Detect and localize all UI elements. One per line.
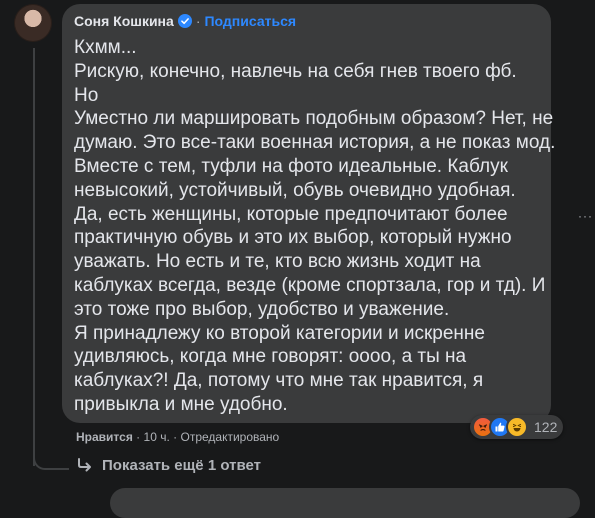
subscribe-link[interactable]: Подписаться (204, 13, 296, 29)
more-options-icon[interactable]: ··· (578, 209, 593, 223)
timestamp[interactable]: 10 ч. (144, 430, 170, 444)
comment-line: это тоже про выбор, удобство и уважение. (74, 298, 450, 320)
show-more-replies-button[interactable]: Показать ещё 1 ответ (76, 456, 261, 474)
comment-line: Рискую, конечно, навлечь на себя гнев тв… (74, 60, 517, 82)
comment-line: каблуках?! Да, потому что мне так нравит… (74, 370, 484, 392)
comment-text: Кхмм... Рискую, конечно, навлечь на себя… (74, 36, 556, 417)
comment-line: невысокий, устойчивый, обувь очевидно уд… (74, 179, 516, 201)
comment-actions: Нравится · 10 ч. · Отредактировано (76, 430, 279, 444)
author-name[interactable]: Соня Кошкина (74, 13, 174, 29)
action-separator: · (173, 430, 178, 444)
thread-line (33, 48, 35, 466)
verified-badge-icon (177, 14, 192, 28)
comment-bubble: Соня Кошкина · Подписаться Кхмм... Риску… (62, 4, 556, 423)
header-separator: · (195, 13, 201, 29)
thread-connector (33, 440, 69, 470)
action-separator: · (136, 430, 141, 444)
comment-line: Но (74, 84, 99, 106)
edited-label: Отредактировано (180, 430, 280, 444)
comment-line: Вместе с тем, туфли на фото идеальные. К… (74, 155, 508, 177)
comment-line: Да, есть женщины, которые предпочитают б… (74, 203, 508, 225)
comment-line: думаю. Это все-таки военная история, а н… (74, 132, 556, 154)
comment-line: Кхмм... (74, 37, 137, 58)
comment-line: практичную обувь и это их выбор, который… (74, 227, 512, 249)
comment-line: привыкла и мне удобно. (74, 393, 288, 415)
comment-line: каблуках всегда, везде (кроме спортзала,… (74, 274, 546, 296)
reply-arrow-icon (78, 458, 91, 472)
reactions-summary[interactable]: 122 (470, 415, 564, 439)
comment-line: удивляюсь, когда мне говорят: оооо, а ты… (74, 346, 467, 368)
show-more-label: Показать ещё 1 ответ (102, 456, 261, 474)
like-button[interactable]: Нравится (76, 430, 133, 444)
comment-line: уважать. Но есть и те, кто всю жизнь ход… (74, 251, 481, 273)
haha-icon (506, 416, 528, 438)
comment-line: Я принадлежу ко второй категории и искре… (74, 322, 485, 344)
comment-line: Уместно ли маршировать подобным образом?… (74, 108, 554, 130)
avatar[interactable] (14, 4, 52, 42)
reaction-count: 122 (534, 419, 558, 435)
reply-input[interactable] (110, 488, 580, 518)
comment-header: Соня Кошкина · Подписаться (74, 13, 296, 29)
